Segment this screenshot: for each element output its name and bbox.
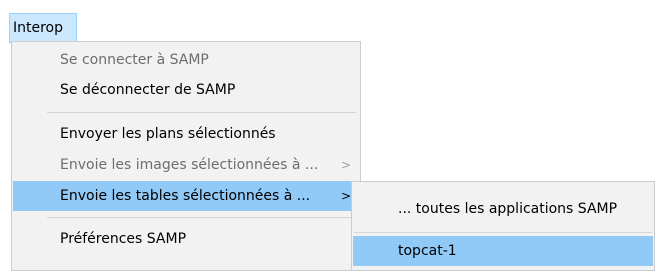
interop-dropdown-menu: Se connecter à SAMP Se déconnecter de SA… — [11, 41, 361, 271]
menu-item-label: Se déconnecter de SAMP — [60, 82, 236, 98]
menu-item-label: Préférences SAMP — [60, 231, 187, 247]
menu-interop[interactable]: Interop — [9, 13, 77, 43]
submenu-item-label: topcat-1 — [398, 243, 457, 259]
submenu-arrow-icon: > — [340, 158, 351, 172]
menu-item-connect-samp[interactable]: Se connecter à SAMP — [13, 45, 359, 75]
menu-item-send-selected-tables[interactable]: Envoie les tables sélectionnées à ... > — [13, 181, 359, 211]
submenu-arrow-icon: > — [340, 189, 351, 203]
menu-item-label: Envoyer les plans sélectionnés — [60, 126, 276, 142]
submenu-item-topcat-1[interactable]: topcat-1 — [353, 236, 653, 266]
menu-separator — [47, 112, 356, 113]
menu-item-label: Envoie les images sélectionnées à ... — [60, 157, 319, 173]
submenu-item-all-samp-apps[interactable]: ... toutes les applications SAMP — [353, 194, 653, 224]
menu-item-label: Se connecter à SAMP — [60, 52, 209, 68]
menu-item-label: Envoie les tables sélectionnées à ... — [60, 188, 311, 204]
menu-item-samp-preferences[interactable]: Préférences SAMP — [13, 224, 359, 254]
menu-item-send-selected-images[interactable]: Envoie les images sélectionnées à ... > — [13, 150, 359, 180]
menu-item-disconnect-samp[interactable]: Se déconnecter de SAMP — [13, 75, 359, 105]
menu-separator — [47, 217, 356, 218]
send-tables-submenu: ... toutes les applications SAMP topcat-… — [351, 181, 655, 271]
submenu-separator — [354, 232, 652, 233]
menu-item-send-selected-planes[interactable]: Envoyer les plans sélectionnés — [13, 119, 359, 149]
submenu-item-label: ... toutes les applications SAMP — [398, 201, 618, 217]
